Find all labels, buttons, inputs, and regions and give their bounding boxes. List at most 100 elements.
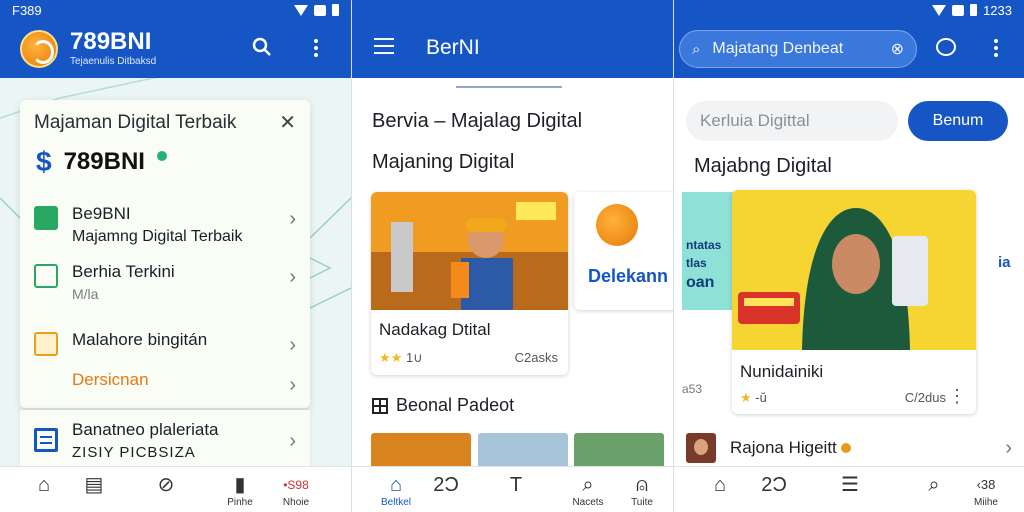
chevron-right-icon: › <box>289 430 296 452</box>
panel-home-drawer: F389 789BNI Tejaenulis Ditbaksd Majaman … <box>0 0 351 512</box>
camera-icon <box>34 206 58 230</box>
product-name: Delekann <box>588 266 669 286</box>
heading-secondary: Majaning Digital <box>372 151 515 173</box>
promo-label: Banatneo plaleriata <box>72 420 219 439</box>
list-icon: ☰ <box>841 474 859 496</box>
thumbnail[interactable] <box>574 433 664 469</box>
status-time: 1233 <box>983 2 1012 18</box>
search-icon: ⌕ <box>928 474 940 496</box>
promo-strip[interactable]: ntatas tlas oan <box>682 192 738 310</box>
screen: F389 789BNI Tejaenulis Ditbaksd Majaman … <box>0 0 1024 512</box>
nav-search[interactable]: ⌕ <box>906 473 962 497</box>
drawer-brand-row: $ 789BNI <box>36 146 167 178</box>
drawer-brand-name: 789BNI <box>63 148 145 175</box>
thumbnail[interactable] <box>478 433 568 469</box>
bottom-nav: ⌂ Beltkel 2Ɔ T ⌕ Nacets ⍝ Tuite <box>352 466 673 512</box>
side-label: a53 <box>682 382 703 396</box>
nav-more[interactable]: ‹38 Miihe <box>958 473 1014 508</box>
thumbnail[interactable] <box>371 433 471 469</box>
nav-home[interactable]: ⌂ <box>692 473 748 497</box>
promo-sub: ZISIY PICBSIZA <box>72 444 196 461</box>
menu-item-label: Malahore bingitán <box>72 330 208 349</box>
verified-dot-icon <box>156 151 167 161</box>
chat-icon[interactable] <box>936 38 956 56</box>
nav-tab-2[interactable]: 2Ɔ <box>418 473 474 497</box>
top-app-bar: F389 789BNI Tejaenulis Ditbaksd <box>0 0 351 78</box>
brand-subtitle: Tejaenulis Ditbaksd <box>70 56 157 67</box>
more-vert-icon[interactable] <box>982 34 1010 62</box>
clear-icon[interactable]: ⊗ <box>891 39 904 59</box>
product-count: C/2dus <box>904 390 946 405</box>
more-vert-icon[interactable] <box>302 34 330 62</box>
bottom-nav: ⌂ ▤ ⊘ ▮ Pinhe •S98 Nhoie <box>0 466 351 512</box>
compass-icon: ⊘ <box>157 474 175 496</box>
product-name: Nunidainiki <box>740 362 824 381</box>
nav-profile[interactable]: ⍝ Tuite <box>614 473 670 508</box>
search-input[interactable]: ⌕ Majatang Denbeat ⊗ <box>679 30 917 68</box>
list-item[interactable]: Rajona Higeitt › <box>686 430 1012 466</box>
nav-phone[interactable]: ▮ Pinhe <box>212 473 268 508</box>
status-bar: 1233 <box>674 0 1024 20</box>
nav-explore[interactable]: ⊘ <box>138 473 194 497</box>
menu-item-malahore[interactable]: Malahore bingitán › <box>34 330 296 356</box>
top-app-bar: 1233 ⌕ Majatang Denbeat ⊗ <box>674 0 1024 78</box>
keyword-field[interactable]: Kerluia Digittal <box>686 101 898 141</box>
grid-icon <box>372 397 388 414</box>
tab-indicator <box>456 86 562 88</box>
list-item-name: Rajona Higeitt <box>730 438 837 457</box>
product-image <box>732 190 976 350</box>
next-card[interactable]: ia <box>984 192 1024 332</box>
status-time: F389 <box>12 2 42 18</box>
nav-tab-2[interactable]: 2Ɔ <box>746 473 802 497</box>
product-card[interactable]: Nunidainiki ★ -ŭ C/2dus ⋮ <box>732 190 976 414</box>
menu-item-label: Be9BNI <box>72 204 131 223</box>
top-app-bar: BerNI <box>352 0 673 78</box>
product-rating: ★ -ŭ <box>740 390 767 405</box>
search-icon[interactable] <box>248 33 276 61</box>
signal-icon <box>314 4 326 16</box>
menu-item-dersicnan[interactable]: Dersicnan › <box>34 370 296 396</box>
phone-icon: ▮ <box>234 474 246 496</box>
star-icon: ★★ <box>379 350 403 365</box>
section-title: Beonal Padeot <box>372 395 514 416</box>
nav-notifications[interactable]: •S98 Nhoie <box>268 473 324 508</box>
nav-list[interactable]: ▤ <box>66 473 122 497</box>
product-name: Nadakag Dtital <box>379 320 491 339</box>
submit-button[interactable]: Benum <box>908 101 1008 141</box>
panel-news: BerNI Bervia – Majalag Digital Majaning … <box>351 0 673 512</box>
nav-tab-3[interactable]: T <box>488 473 544 497</box>
drawer-title: Majaman Digital Terbaik <box>34 112 237 133</box>
panel-search: 1233 ⌕ Majatang Denbeat ⊗ Kerluia Digitt… <box>673 0 1024 512</box>
menu-item-be9bni[interactable]: Be9BNI Majamng Digital Terbaik › <box>34 204 296 246</box>
heading-primary: Majabng Digital <box>694 155 832 177</box>
chevron-right-icon: › <box>289 334 296 356</box>
nav-list[interactable]: ☰ <box>822 473 878 497</box>
page-title: BerNI <box>426 36 480 59</box>
tab-2-icon: 2Ɔ <box>433 474 459 496</box>
drawer-card: Majaman Digital Terbaik ✕ $ 789BNI Be9BN… <box>20 100 310 408</box>
product-rating: ★★ 1∪ <box>379 350 423 365</box>
promo-row[interactable]: Banatneo plaleriata ZISIY PICBSIZA › <box>20 410 310 470</box>
list-icon: ▤ <box>84 474 104 496</box>
mail-icon <box>34 264 58 288</box>
product-image <box>371 192 568 310</box>
product-card[interactable]: Nadakag Dtital ★★ 1∪ C2asks <box>371 192 568 375</box>
nav-search[interactable]: ⌕ Nacets <box>560 473 616 508</box>
lock-icon <box>34 332 58 356</box>
product-count: C2asks <box>514 350 558 365</box>
close-icon[interactable]: ✕ <box>279 110 296 135</box>
heading-primary: Bervia – Majalag Digital <box>372 110 583 132</box>
chevron-right-icon: › <box>289 374 296 396</box>
menu-item-news[interactable]: Berhia Terkini M/la › <box>34 262 296 302</box>
menu-item-sub: Majamng Digital Terbaik <box>72 228 243 245</box>
nav-home[interactable]: ⌂ Beltkel <box>368 473 424 508</box>
more-vert-icon[interactable]: ⋮ <box>948 386 966 407</box>
home-icon: ⌂ <box>713 474 727 496</box>
search-icon: ⌕ <box>692 40 701 58</box>
product-card[interactable]: Delekann <box>574 192 673 310</box>
notification-badge: •S98 <box>283 478 309 492</box>
text-icon: T <box>509 474 523 496</box>
nav-home[interactable]: ⌂ <box>16 473 72 497</box>
brand-s-icon: $ <box>36 146 52 177</box>
menu-icon[interactable] <box>374 38 394 54</box>
